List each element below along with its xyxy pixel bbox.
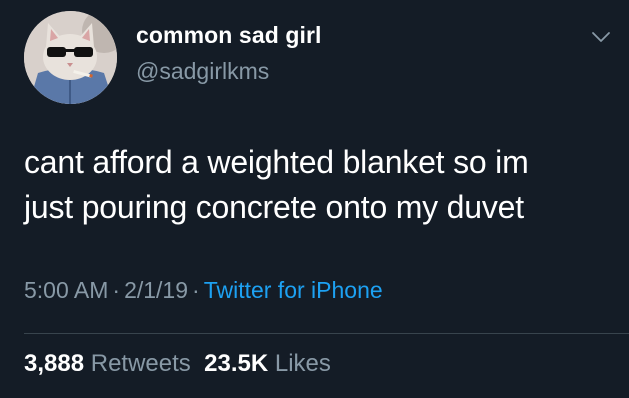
tweet-text-line: cant afford a weighted blanket so im	[24, 144, 529, 180]
tweet-time[interactable]: 5:00 AM	[24, 277, 108, 303]
avatar[interactable]	[24, 11, 117, 104]
tweet-card: common sad girl @sadgirlkms cant afford …	[0, 0, 629, 398]
tweet-source-link[interactable]: Twitter for iPhone	[204, 277, 383, 303]
tweet-stats: 3,888 Retweets 23.5K Likes	[24, 350, 331, 378]
chevron-down-icon[interactable]	[591, 30, 611, 44]
likes-stat[interactable]: 23.5K Likes	[204, 350, 331, 377]
retweets-count: 3,888	[24, 350, 85, 377]
retweets-stat[interactable]: 3,888 Retweets	[24, 350, 191, 377]
tweet-text: cant afford a weighted blanket so im jus…	[24, 140, 614, 230]
tweet-meta: 5:00 AM · 2/1/19 · Twitter for iPhone	[24, 277, 383, 304]
meta-separator: ·	[112, 277, 121, 303]
tweet-date[interactable]: 2/1/19	[124, 277, 188, 303]
cat-avatar-image	[24, 11, 117, 104]
likes-label: Likes	[274, 350, 331, 377]
likes-count: 23.5K	[204, 350, 269, 377]
tweet-text-line: just pouring concrete onto my duvet	[24, 189, 524, 225]
retweets-label: Retweets	[90, 350, 191, 377]
divider	[24, 333, 629, 334]
display-name[interactable]: common sad girl	[136, 22, 322, 49]
user-handle[interactable]: @sadgirlkms	[136, 58, 269, 85]
meta-separator: ·	[192, 277, 200, 303]
